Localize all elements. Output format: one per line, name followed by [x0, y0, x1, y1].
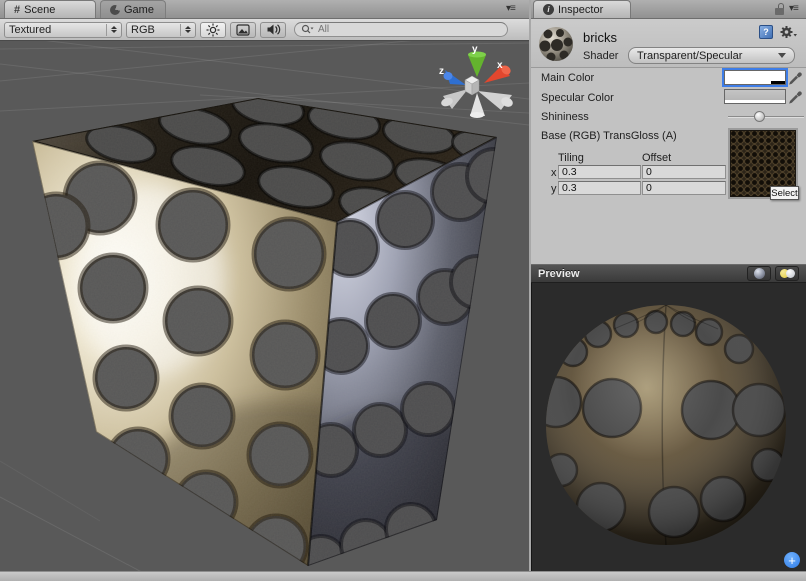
select-texture-button[interactable]: Select — [770, 186, 799, 200]
info-icon: i — [543, 4, 554, 15]
window-bottom-strip — [0, 571, 806, 581]
preview-title: Preview — [538, 268, 580, 280]
shader-label: Shader — [583, 50, 618, 62]
tiling-y-label: y — [551, 183, 557, 195]
scene-search-input[interactable] — [316, 23, 476, 36]
updown-arrows-icon — [106, 24, 117, 36]
sphere-icon — [754, 268, 765, 279]
tiling-header: Tiling — [558, 152, 584, 164]
textured-cube — [20, 83, 522, 571]
lights-icon — [780, 269, 795, 278]
scene-tabbar: # Scene Game ▾≡ — [0, 0, 529, 19]
preview-lighting-button[interactable] — [775, 266, 799, 281]
tab-scene[interactable]: # Scene — [4, 0, 96, 18]
scene-grid-icon: # — [14, 4, 20, 16]
tiling-x-input[interactable] — [558, 165, 641, 179]
scene-3d-render: y x z — [0, 41, 529, 571]
preview-header[interactable]: Preview — [531, 264, 806, 283]
render-mode-dropdown[interactable]: Textured — [4, 22, 122, 38]
main-color-swatch[interactable] — [724, 70, 786, 85]
inspector-tabbar: i Inspector ▾≡ — [531, 0, 806, 19]
lighting-toggle-button[interactable] — [200, 22, 226, 38]
gizmo-y-label: y — [472, 44, 478, 55]
gizmo-x-label: x — [497, 60, 503, 71]
preview-sphere-render — [532, 283, 806, 571]
offset-header: Offset — [642, 152, 671, 164]
tab-inspector[interactable]: i Inspector — [533, 0, 631, 18]
audio-toggle-button[interactable] — [260, 22, 286, 38]
gear-icon[interactable] — [780, 25, 797, 39]
gizmo-y-cone[interactable] — [468, 55, 486, 77]
scene-panel: # Scene Game ▾≡ Textured RGB — [0, 0, 529, 571]
main-color-label: Main Color — [541, 72, 594, 84]
skybox-toggle-button[interactable] — [230, 22, 256, 38]
tab-game-label: Game — [124, 4, 154, 16]
add-preview-button[interactable]: + — [784, 552, 800, 568]
offset-y-input[interactable] — [642, 181, 726, 195]
scene-search-field[interactable] — [294, 22, 508, 37]
material-sphere-icon — [537, 25, 575, 63]
offset-x-input[interactable] — [642, 165, 726, 179]
tiling-x-label: x — [551, 167, 557, 179]
help-icon[interactable]: ? — [759, 25, 773, 39]
shader-value: Transparent/Specular — [637, 50, 742, 62]
shininess-slider-thumb[interactable] — [754, 111, 765, 122]
search-icon — [301, 24, 314, 35]
base-map-label: Base (RGB) TransGloss (A) — [541, 130, 677, 142]
unity-editor-window: # Scene Game ▾≡ Textured RGB — [0, 0, 806, 581]
tab-game[interactable]: Game — [100, 0, 166, 18]
orientation-gizmo[interactable]: y x z — [439, 44, 514, 118]
material-preview[interactable]: + — [531, 283, 806, 571]
gizmo-z-label: z — [439, 66, 444, 77]
game-pacman-icon — [110, 5, 120, 15]
render-mode-value: Textured — [9, 24, 102, 36]
tab-inspector-label: Inspector — [558, 4, 603, 16]
specular-color-swatch[interactable] — [724, 89, 786, 104]
chevron-down-icon — [778, 53, 786, 58]
inspector-panel: i Inspector ▾≡ — [531, 0, 806, 571]
tiling-y-input[interactable] — [558, 181, 641, 195]
preview-mesh-button[interactable] — [747, 266, 771, 281]
image-icon — [236, 24, 250, 36]
shininess-label: Shininess — [541, 111, 589, 123]
eyedropper-icon[interactable] — [788, 68, 802, 85]
shininess-slider[interactable] — [728, 116, 804, 118]
scene-toolbar: Textured RGB — [0, 19, 529, 41]
material-name: bricks — [583, 30, 617, 45]
channel-dropdown[interactable]: RGB — [126, 22, 196, 38]
specular-color-label: Specular Color — [541, 92, 614, 104]
tab-scene-label: Scene — [24, 4, 55, 16]
sun-icon — [206, 23, 220, 37]
inspector-panel-menu-icon[interactable]: ▾≡ — [789, 3, 798, 14]
channel-value: RGB — [131, 24, 176, 36]
scene-panel-menu-icon[interactable]: ▾≡ — [506, 3, 515, 14]
material-header: bricks Shader Transparent/Specular ? — [531, 19, 806, 68]
speaker-icon — [266, 23, 281, 36]
updown-arrows-icon — [180, 24, 191, 36]
shader-dropdown[interactable]: Transparent/Specular — [628, 47, 795, 64]
eyedropper-icon[interactable] — [788, 87, 802, 104]
scene-viewport[interactable]: y x z — [0, 41, 529, 571]
lock-icon[interactable] — [775, 3, 785, 15]
